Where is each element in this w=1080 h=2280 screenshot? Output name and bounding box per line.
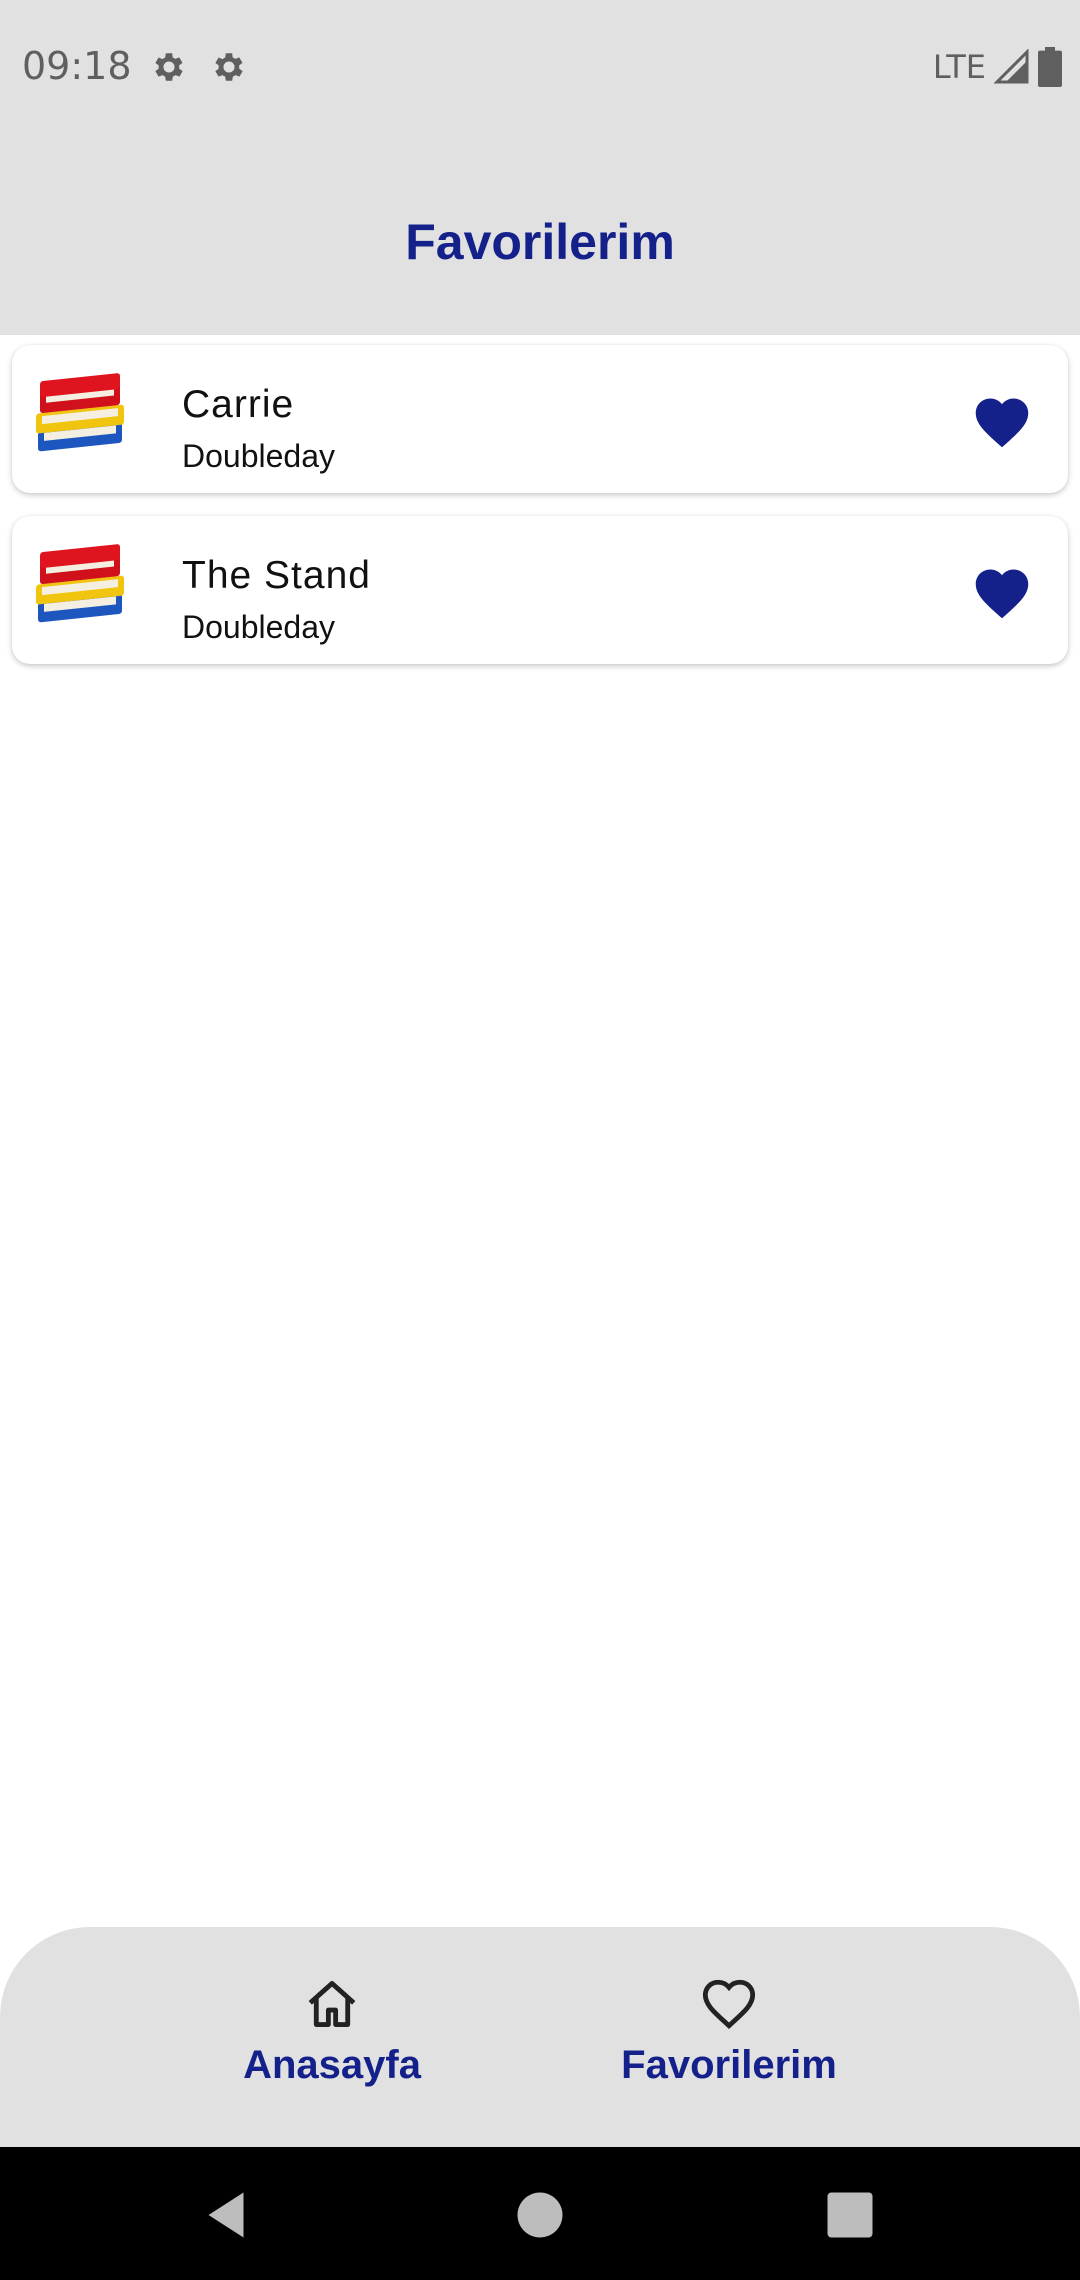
nav-label: Favorilerim xyxy=(621,2043,837,2087)
heart-filled-icon[interactable] xyxy=(972,393,1032,449)
network-type: LTE xyxy=(932,48,986,86)
gear-icon xyxy=(215,53,243,81)
page-title: Favorilerim xyxy=(405,214,675,270)
gear-icon xyxy=(155,53,183,81)
recents-icon[interactable] xyxy=(820,2185,880,2245)
status-bar: 09:18 LTE xyxy=(0,0,1080,135)
list-item[interactable]: The Stand Doubleday xyxy=(12,516,1068,664)
bottom-navigation: Anasayfa Favorilerim xyxy=(0,1927,1080,2147)
home-circle-icon[interactable] xyxy=(510,2185,570,2245)
heart-filled-icon[interactable] xyxy=(972,564,1032,620)
system-navigation-bar xyxy=(0,2147,1080,2280)
book-publisher: Doubleday xyxy=(182,438,335,474)
status-time: 09:18 xyxy=(22,44,132,88)
book-publisher: Doubleday xyxy=(182,609,335,645)
signal-icon xyxy=(994,49,1029,84)
books-icon xyxy=(36,544,124,623)
nav-label: Anasayfa xyxy=(243,2043,421,2087)
app-bar: Favorilerim xyxy=(0,135,1080,335)
books-icon xyxy=(36,373,124,452)
nav-item-anasayfa[interactable]: Anasayfa xyxy=(182,1975,482,2088)
home-icon xyxy=(308,1981,356,2027)
back-icon[interactable] xyxy=(196,2185,256,2245)
book-title: Carrie xyxy=(182,383,295,426)
heart-outline-icon xyxy=(702,1979,756,2030)
nav-item-favorilerim[interactable]: Favorilerim xyxy=(579,1975,879,2088)
status-indicators: LTE xyxy=(933,44,1062,90)
list-item[interactable]: Carrie Doubleday xyxy=(12,345,1068,493)
book-title: The Stand xyxy=(182,554,371,597)
battery-icon xyxy=(1038,47,1062,87)
